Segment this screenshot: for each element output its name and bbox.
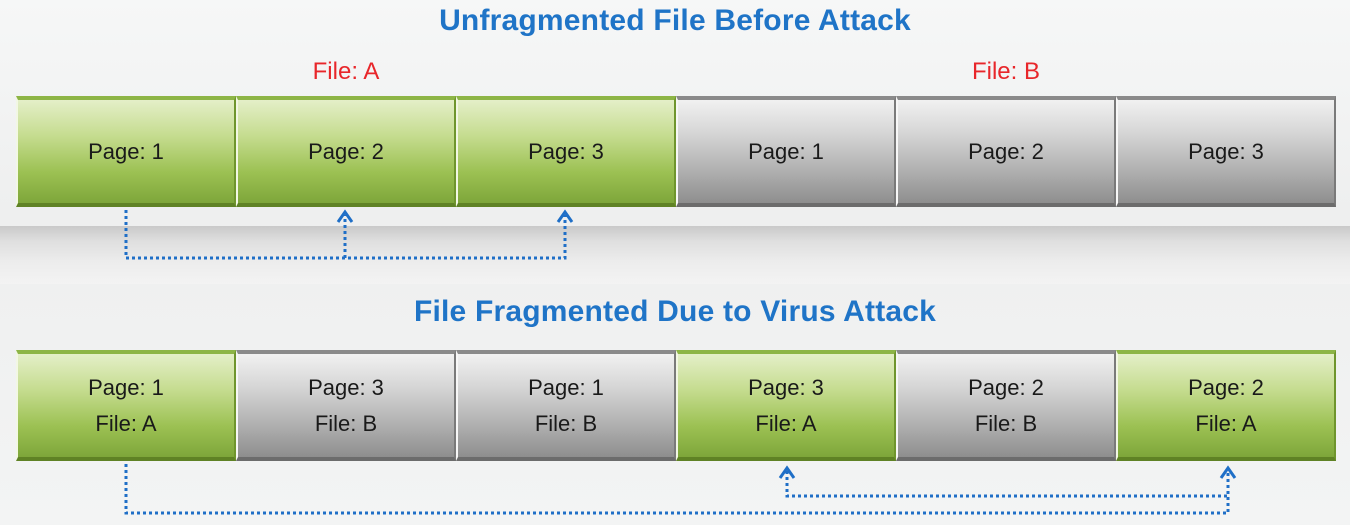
link-path-fragmented (124, 464, 1230, 515)
link-path-inner (785, 471, 1228, 498)
link-arrows (124, 209, 1237, 515)
